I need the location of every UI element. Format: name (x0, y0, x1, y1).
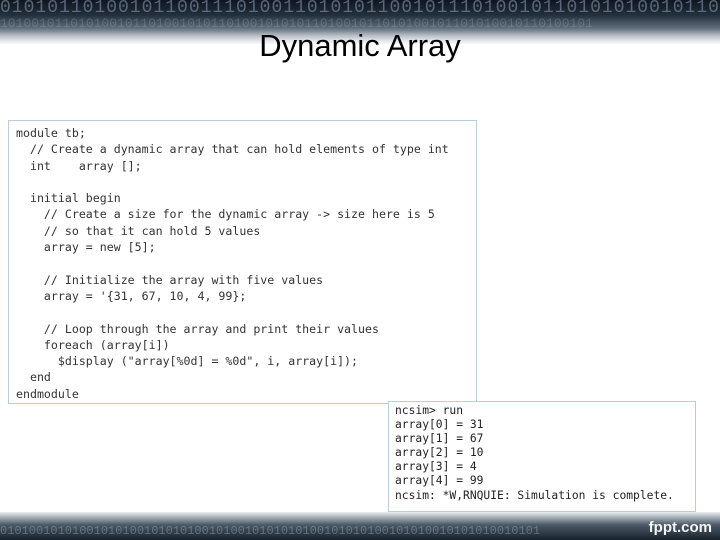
console-line: array[3] = 4 (395, 460, 477, 474)
console-line: array[2] = 10 (395, 446, 484, 460)
code-line: end (16, 370, 51, 385)
code-line: endmodule (16, 386, 79, 401)
background-binary-text-bottom: 0101001010100101010010101010010100101010… (0, 524, 541, 538)
console-output: ncsim> run array[0] = 31 array[1] = 67 arra… (389, 402, 695, 503)
console-line: ncsim: *W,RNQUIE: Simulation is complete… (395, 488, 674, 502)
page-title: Dynamic Array (259, 28, 461, 63)
code-line: array = '{31, 67, 10, 4, 99}; (16, 288, 247, 303)
code-line: foreach (array[i]) (16, 337, 170, 352)
console-line: ncsim> run (395, 404, 464, 417)
code-panel: module tb; // Create a dynamic array tha… (8, 120, 477, 404)
brand-logo: fppt.com (648, 519, 712, 536)
console-line: array[1] = 67 (395, 432, 484, 446)
console-output-panel: ncsim> run array[0] = 31 array[1] = 67 arra… (388, 401, 696, 512)
code-line: module tb; (16, 126, 86, 140)
code-line: // Initialize the array with five values (16, 272, 324, 287)
code-block: module tb; // Create a dynamic array tha… (9, 121, 476, 402)
footer-band: 0101001010100101010010101010010100101010… (0, 512, 720, 540)
code-line: int array []; (16, 158, 142, 173)
code-line: // Create a dynamic array that can hold … (16, 142, 449, 157)
console-line: array[4] = 99 (395, 474, 484, 488)
code-line: $display ("array[%0d] = %0d", i, array[i… (16, 354, 359, 369)
code-line: // Create a size for the dynamic array -… (16, 207, 435, 222)
code-line: // Loop through the array and print thei… (16, 321, 379, 336)
console-line: array[0] = 31 (395, 418, 484, 432)
code-line: initial begin (16, 191, 121, 206)
code-line: // so that it can hold 5 values (16, 223, 261, 238)
code-line: array = new [5]; (16, 240, 156, 255)
